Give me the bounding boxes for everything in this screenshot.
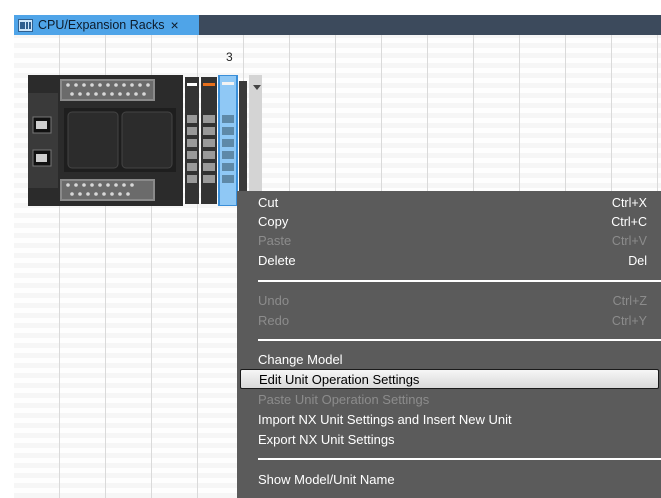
menu-item-shortcut: Ctrl+X [611,195,647,210]
menu-separator [258,458,661,460]
menu-item-shortcut: Ctrl+Y [611,313,647,328]
menu-item-label: Paste [258,233,292,248]
menu-item-label: Show Model/Unit Name [258,472,395,487]
tab-strip: CPU/Expansion Racks × [0,0,661,35]
menu-item-label: Export NX Unit Settings [258,432,395,447]
menu-item-shortcut: Del [628,253,647,268]
menu-item-export-nx-unit-settings[interactable]: Export NX Unit Settings [237,430,661,449]
rack-icon [18,18,33,32]
end-cover [239,81,247,200]
tab-cpu-expansion-racks[interactable]: CPU/Expansion Racks × [14,15,199,35]
menu-item-edit-unit-operation-settings[interactable]: Edit Unit Operation Settings [240,369,659,389]
menu-item-redo[interactable]: Redo Ctrl+Y [237,311,661,330]
menu-item-label: Redo [258,313,290,328]
menu-item-shortcut: Ctrl+V [611,233,647,248]
menu-item-import-nx-unit-settings[interactable]: Import NX Unit Settings and Insert New U… [237,410,661,429]
menu-separator [258,339,661,341]
menu-item-label: Undo [258,293,290,308]
menu-item-label: Import NX Unit Settings and Insert New U… [258,412,512,427]
menu-item-shortcut: Ctrl+C [611,214,647,229]
menu-item-copy[interactable]: Copy Ctrl+C [237,212,661,231]
menu-item-label: Change Model [258,352,343,367]
menu-item-label: Copy [258,214,289,229]
expansion-unit-2[interactable] [201,77,217,204]
menu-item-paste-unit-operation-settings[interactable]: Paste Unit Operation Settings [237,390,661,409]
chevron-down-icon[interactable] [253,85,261,90]
menu-item-label: Delete [258,253,296,268]
cpu-rack-graphic[interactable] [28,75,262,206]
menu-item-label: Paste Unit Operation Settings [258,392,430,407]
tab-label: CPU/Expansion Racks [38,18,165,32]
cpu-unit[interactable] [28,75,183,206]
menu-item-undo[interactable]: Undo Ctrl+Z [237,291,661,310]
menu-item-cut[interactable]: Cut Ctrl+X [237,193,661,212]
menu-item-delete[interactable]: Delete Del [237,251,661,270]
menu-item-show-model-unit-name[interactable]: Show Model/Unit Name [237,470,661,489]
menu-item-label: Edit Unit Operation Settings [259,371,420,387]
context-menu: Cut Ctrl+X Copy Ctrl+C Paste Ctrl+V Dele… [237,191,661,498]
close-icon[interactable]: × [170,18,178,32]
menu-item-paste[interactable]: Paste Ctrl+V [237,231,661,250]
menu-item-change-model[interactable]: Change Model [237,350,661,369]
menu-item-label: Cut [258,195,279,210]
menu-separator [258,280,661,282]
slot-number: 3 [226,50,233,64]
menu-item-shortcut: Ctrl+Z [612,293,647,308]
expansion-unit-1[interactable] [185,77,199,204]
expansion-unit-3-selected[interactable] [218,75,238,206]
